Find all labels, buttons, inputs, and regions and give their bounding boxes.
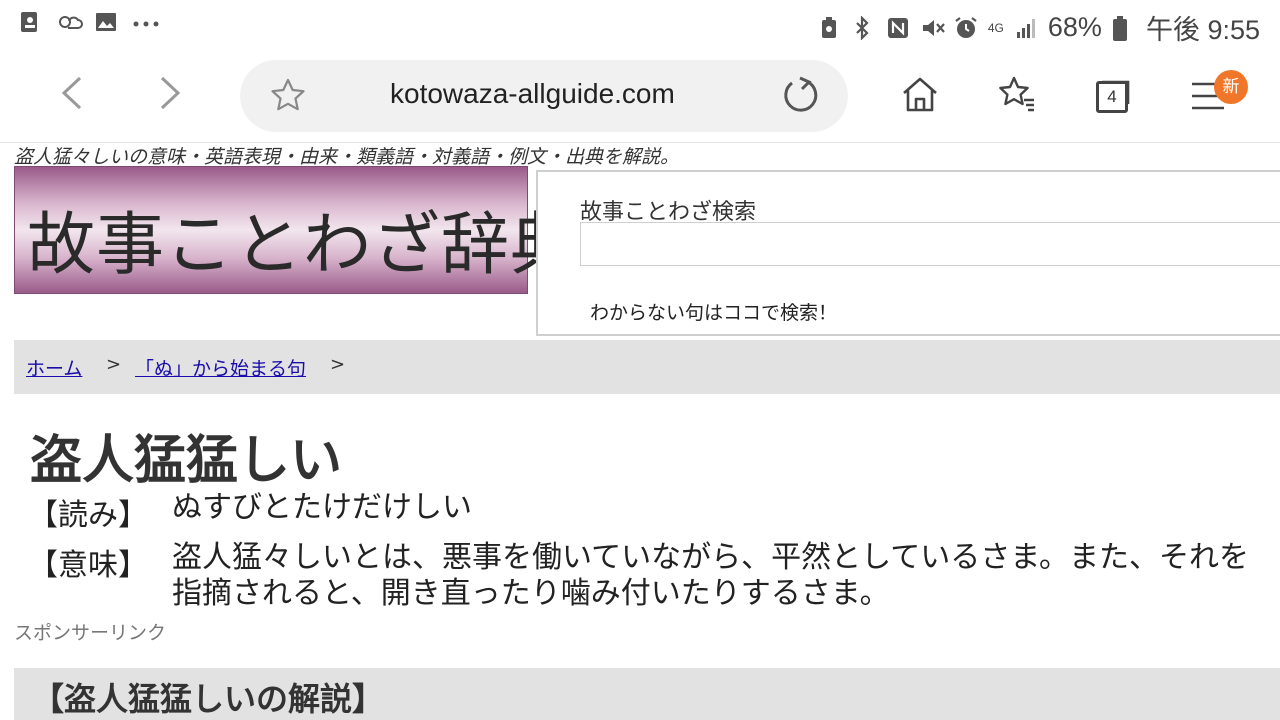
back-icon[interactable] [50,70,96,116]
browser-toolbar: kotowaza-allguide.com 4 新 [0,50,1280,143]
logo-text: 故事ことわざ辞典 [27,206,580,285]
url-text[interactable]: kotowaza-allguide.com [390,78,675,110]
section-title: 【盗人猛猛しいの解説】 [32,680,385,718]
search-hint: わからない句はココで検索！ [590,302,838,324]
breadcrumb-separator: > [330,354,346,375]
status-bar: 4G 68% 午後 9:55 [0,0,1280,50]
breadcrumb: ホーム > 「ぬ」から始まる句 > [14,340,1280,394]
site-tagline: 盗人猛々しいの意味・英語表現・由来・類義語・対義語・例文・出典を解説。 [14,146,680,168]
gallery-icon [94,10,118,34]
sponsor-label: スポンサーリンク [14,622,167,644]
signal-icon [1014,16,1038,40]
bookmark-star-icon[interactable] [268,76,308,120]
breadcrumb-separator: > [106,354,122,375]
reload-icon[interactable] [778,74,822,122]
search-panel: 故事ことわざ検索 わからない句はココで検索！ [536,170,1280,336]
nfc-icon [886,16,910,40]
bookmarks-icon[interactable] [996,74,1036,114]
breadcrumb-home-link[interactable]: ホーム [26,354,82,381]
battery-percent: 68% [1047,12,1102,42]
clock: 午後 9:55 [1145,15,1260,45]
reading-value: ぬすびとたけだけしい [172,490,472,525]
mute-icon [920,16,945,40]
search-input[interactable] [580,222,1280,266]
site-logo[interactable]: 故事ことわざ辞典 [14,166,578,294]
reading-label: 【読み】 [28,498,148,533]
forward-icon[interactable] [146,70,192,116]
more-dots-icon [132,10,159,34]
contacts-icon [18,10,42,34]
network-type: 4G [987,20,1004,35]
address-bar[interactable]: kotowaza-allguide.com [240,60,848,132]
weather-icon [56,10,83,34]
recycle-icon [818,16,842,40]
meaning-label: 【意味】 [28,548,148,583]
breadcrumb-category-link[interactable]: 「ぬ」から始まる句 [135,354,306,381]
battery-icon [1112,15,1136,41]
tab-count[interactable]: 4 [1096,81,1128,113]
home-icon[interactable] [900,74,940,114]
new-badge: 新 [1214,70,1248,104]
section-header: 【盗人猛猛しいの解説】 [14,668,1280,720]
page-title: 盗人猛猛しい [30,431,343,491]
bluetooth-icon [852,14,876,41]
alarm-icon [954,16,978,40]
meaning-value: 盗人猛々しいとは、悪事を働いていながら、平然としているさま。また、それを指摘され… [172,540,1249,611]
